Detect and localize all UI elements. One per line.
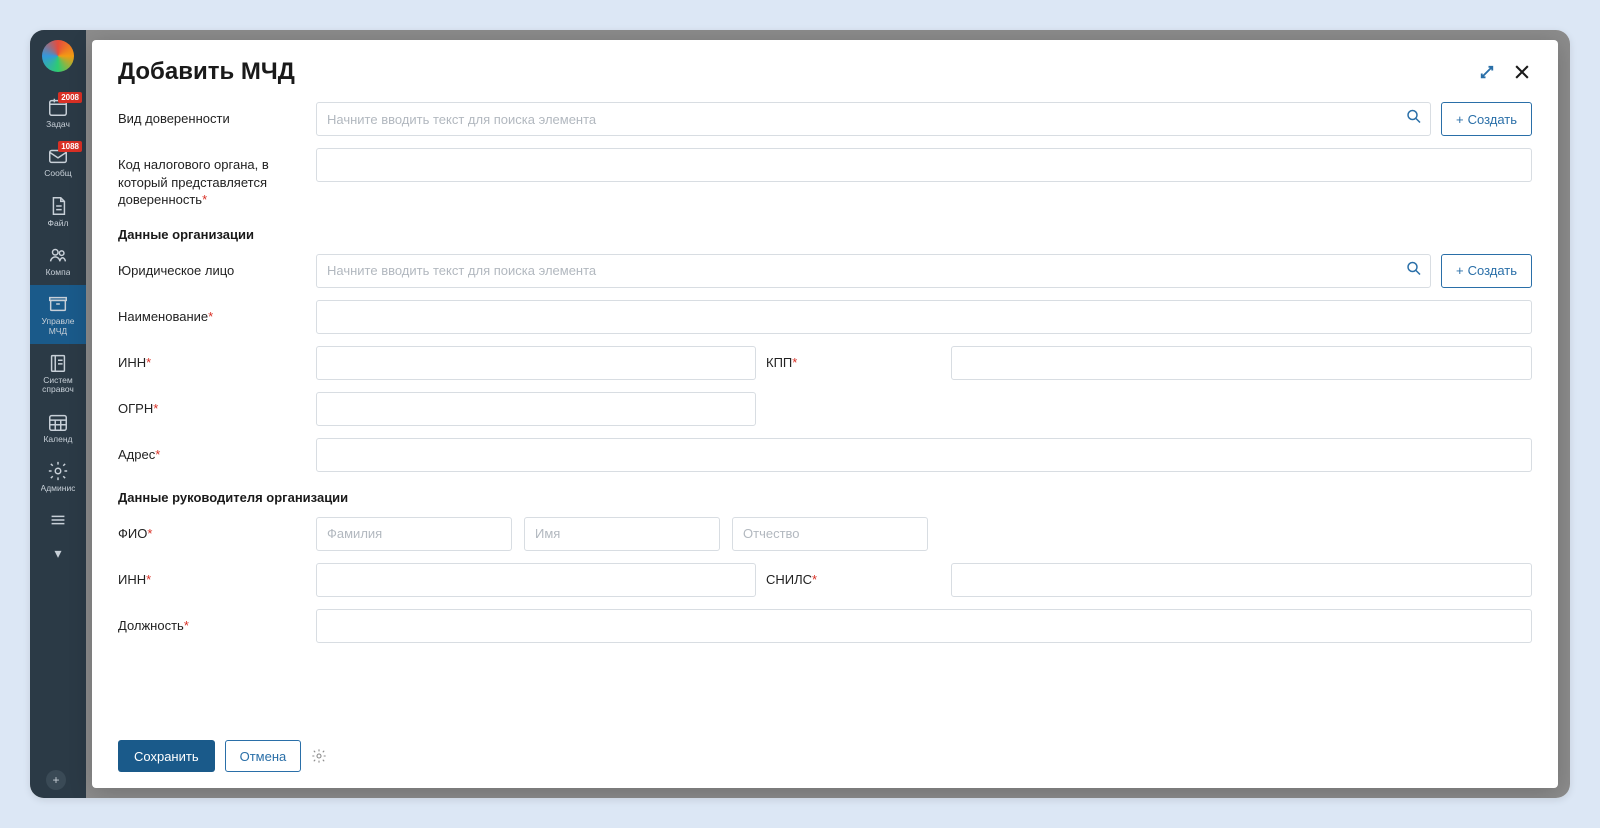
legal-entity-input[interactable]: [316, 254, 1431, 288]
label-position: Должность*: [118, 609, 302, 635]
sidebar-item-label: Задач: [46, 120, 70, 129]
sidebar-item-label: УправлеМЧД: [41, 317, 74, 336]
save-button[interactable]: Сохранить: [118, 740, 215, 772]
sidebar-add-button[interactable]: +: [46, 770, 66, 790]
create-legal-entity-button[interactable]: + Создать: [1441, 254, 1532, 288]
label-address: Адрес*: [118, 438, 302, 464]
gear-icon: [47, 460, 69, 482]
add-mchd-modal: Добавить МЧД Вид доверенности: [92, 40, 1558, 788]
head-position-input[interactable]: [316, 609, 1532, 643]
messages-badge: 1088: [58, 141, 82, 152]
document-icon: [47, 195, 69, 217]
tax-code-input[interactable]: [316, 148, 1532, 182]
plus-icon: +: [1456, 112, 1464, 127]
close-icon[interactable]: [1512, 62, 1532, 82]
sidebar-item-tasks[interactable]: 2008 Задач: [30, 88, 86, 137]
sidebar-item-label: Календ: [43, 435, 72, 444]
org-ogrn-input[interactable]: [316, 392, 756, 426]
org-name-input[interactable]: [316, 300, 1532, 334]
create-poa-type-button[interactable]: + Создать: [1441, 102, 1532, 136]
modal-title: Добавить МЧД: [118, 58, 295, 86]
sidebar-item-label: Файл: [48, 219, 69, 228]
form-settings-icon[interactable]: [311, 748, 327, 764]
sidebar-item-messages[interactable]: 1088 Сообщ: [30, 137, 86, 186]
label-inn: ИНН*: [118, 346, 302, 372]
sidebar-item-label: Сообщ: [44, 169, 71, 178]
modal-header: Добавить МЧД: [92, 40, 1558, 86]
sidebar-item-calendar[interactable]: Календ: [30, 403, 86, 452]
label-ogrn: ОГРН*: [118, 392, 302, 418]
sidebar-item-files[interactable]: Файл: [30, 187, 86, 236]
org-kpp-input[interactable]: [951, 346, 1532, 380]
sidebar-item-label: Системсправоч: [42, 376, 74, 395]
tasks-badge: 2008: [58, 92, 82, 103]
head-snils-input[interactable]: [951, 563, 1532, 597]
label-tax-code: Код налогового органа, в который предста…: [118, 148, 302, 209]
sidebar-item-label: Компа: [46, 268, 71, 277]
calendar-grid-icon: [47, 411, 69, 433]
section-head: Данные руководителя организации: [118, 490, 1532, 505]
people-icon: [47, 244, 69, 266]
expand-icon[interactable]: [1478, 63, 1496, 81]
label-fio: ФИО*: [118, 517, 302, 543]
poa-type-input[interactable]: [316, 102, 1431, 136]
app-window: 2008 Задач 1088 Сообщ Файл Компа: [30, 30, 1570, 798]
label-poa-type: Вид доверенности: [118, 102, 302, 128]
sidebar-item-mchd[interactable]: УправлеМЧД: [30, 285, 86, 344]
button-label: Создать: [1468, 263, 1517, 278]
label-snils: СНИЛС*: [766, 572, 817, 587]
app-logo[interactable]: [42, 40, 74, 72]
list-icon: [47, 509, 69, 531]
book-icon: [47, 352, 69, 374]
sidebar: 2008 Задач 1088 Сообщ Файл Компа: [30, 30, 86, 798]
head-patronymic-input[interactable]: [732, 517, 928, 551]
modal-footer: Сохранить Отмена: [92, 728, 1558, 788]
button-label: Создать: [1468, 112, 1517, 127]
plus-icon: +: [1456, 263, 1464, 278]
head-firstname-input[interactable]: [524, 517, 720, 551]
head-lastname-input[interactable]: [316, 517, 512, 551]
label-legal-entity: Юридическое лицо: [118, 254, 302, 280]
archive-icon: [47, 293, 69, 315]
org-inn-input[interactable]: [316, 346, 756, 380]
label-kpp: КПП*: [766, 355, 797, 370]
org-address-input[interactable]: [316, 438, 1532, 472]
head-inn-input[interactable]: [316, 563, 756, 597]
label-head-inn: ИНН*: [118, 563, 302, 589]
sidebar-item-more[interactable]: [30, 501, 86, 541]
cancel-button[interactable]: Отмена: [225, 740, 302, 772]
modal-body: Вид доверенности + Создать: [92, 86, 1558, 728]
chevron-down-icon[interactable]: ▾: [54, 545, 61, 562]
sidebar-item-admin[interactable]: Админис: [30, 452, 86, 501]
sidebar-item-companies[interactable]: Компа: [30, 236, 86, 285]
label-name: Наименование*: [118, 300, 302, 326]
sidebar-item-label: Админис: [41, 484, 76, 493]
sidebar-item-directory[interactable]: Системсправоч: [30, 344, 86, 403]
section-organization: Данные организации: [118, 227, 1532, 242]
